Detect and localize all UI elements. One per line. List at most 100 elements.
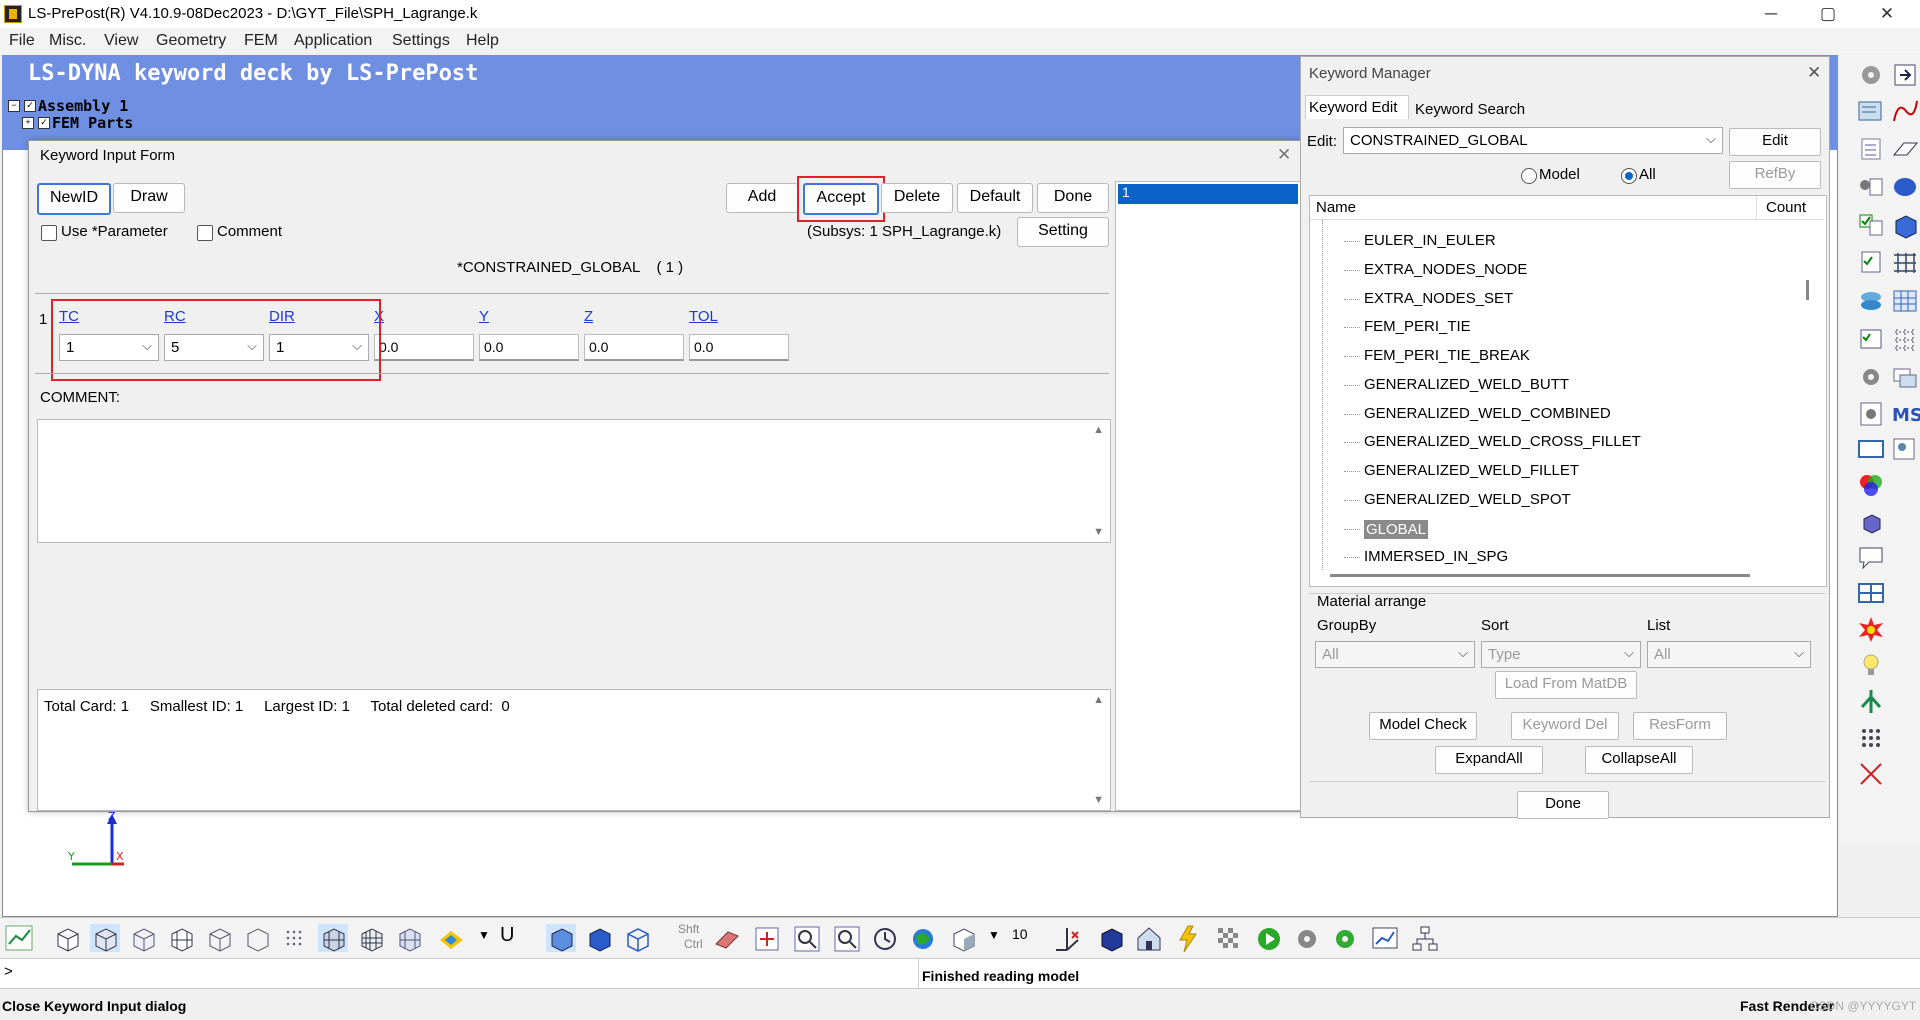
menu-view[interactable]: View (104, 32, 138, 50)
command-line[interactable]: > Finished reading model (0, 958, 1920, 989)
menu-settings[interactable]: Settings (392, 32, 450, 50)
keyword-manager-icon[interactable] (1856, 97, 1886, 125)
tree-expand-icon[interactable]: − (8, 100, 20, 112)
cube-arrow-icon[interactable] (1856, 507, 1886, 535)
field-label-y[interactable]: Y (479, 308, 489, 325)
plane-icon[interactable] (1890, 135, 1920, 163)
close-icon[interactable]: ✕ (1807, 63, 1821, 83)
sort-select[interactable]: Type ⌵ (1481, 641, 1641, 668)
setting-button[interactable]: Setting (1017, 217, 1109, 247)
solid-cube-icon[interactable] (584, 924, 614, 952)
color-wheel-icon[interactable] (1856, 471, 1886, 499)
shaded-cube-icon[interactable] (90, 924, 120, 952)
zoom-fit-icon[interactable] (752, 924, 782, 952)
gears-icon[interactable] (1856, 61, 1886, 89)
dots-grid-icon[interactable] (1856, 723, 1886, 751)
list-select[interactable]: All ⌵ (1647, 641, 1811, 668)
radio-model[interactable] (1521, 168, 1537, 184)
x-input[interactable]: 0.0 (374, 334, 474, 361)
id-list[interactable]: 1 (1115, 181, 1303, 811)
node-grid-icon[interactable] (1890, 325, 1920, 353)
scroll-down-icon[interactable]: ▼ (1093, 794, 1104, 806)
lightning-icon[interactable] (1174, 924, 1204, 952)
maximize-button[interactable]: ▢ (1805, 2, 1851, 26)
ms-icon[interactable]: MS (1890, 399, 1920, 427)
list-item[interactable]: GENERALIZED_WELD_SPOT (1344, 491, 1571, 508)
dark-cube-icon[interactable] (1096, 924, 1126, 952)
window-split-icon[interactable] (1856, 579, 1886, 607)
tree-item-fem-parts[interactable]: FEM Parts (52, 114, 133, 132)
checker-icon[interactable] (1214, 924, 1244, 952)
collapse-all-button[interactable]: CollapseAll (1585, 746, 1693, 774)
default-button[interactable]: Default (957, 183, 1033, 213)
edit-button[interactable]: Edit (1729, 128, 1821, 156)
gear-small-icon[interactable] (1856, 363, 1886, 391)
contour-icon[interactable] (436, 924, 466, 952)
curve-icon[interactable] (1890, 97, 1920, 125)
globe-icon[interactable] (908, 924, 938, 952)
list-item[interactable]: FEM_PERI_TIE (1344, 318, 1471, 335)
tree-checkbox-icon[interactable]: ✓ (38, 117, 50, 129)
column-name-header[interactable]: Name (1316, 199, 1356, 216)
keyword-del-button[interactable]: Keyword Del (1511, 712, 1619, 740)
done-button[interactable]: Done (1037, 183, 1109, 213)
green-gear-icon[interactable] (1330, 924, 1360, 952)
people-icon[interactable] (1890, 435, 1920, 463)
explosion-icon[interactable] (1856, 615, 1886, 643)
close-window-button[interactable]: ✕ (1864, 2, 1910, 26)
list-check-icon[interactable] (1856, 135, 1886, 163)
cross-nodes-icon[interactable] (1856, 759, 1886, 787)
rectangle-icon[interactable] (1856, 435, 1886, 463)
tab-keyword-search[interactable]: Keyword Search (1415, 101, 1525, 118)
groupby-select[interactable]: All ⌵ (1315, 641, 1475, 668)
transparent-cube-icon[interactable] (394, 924, 424, 952)
graph-window-icon[interactable] (1370, 924, 1400, 952)
id-list-item[interactable]: 1 (1118, 184, 1298, 204)
load-matdb-button[interactable]: Load From MatDB (1495, 671, 1637, 699)
dense-cube-icon[interactable] (356, 924, 386, 952)
outline-cube-icon[interactable] (204, 924, 234, 952)
settings-list-icon[interactable] (1856, 173, 1886, 201)
rotate-icon[interactable] (870, 924, 900, 952)
delete-button[interactable]: Delete (881, 183, 953, 213)
view-cube-icon[interactable] (948, 924, 978, 952)
dropdown-arrow-icon[interactable]: ▼ (988, 928, 1000, 942)
play-icon[interactable] (1254, 924, 1284, 952)
home-view-icon[interactable] (1134, 924, 1164, 952)
menu-geometry[interactable]: Geometry (156, 32, 226, 50)
tol-input[interactable]: 0.0 (689, 334, 789, 361)
use-parameter-checkbox[interactable] (41, 225, 57, 241)
navigate-icon[interactable] (1890, 61, 1920, 89)
gear-box-icon[interactable] (1856, 399, 1886, 427)
tab-keyword-edit[interactable]: Keyword Edit (1305, 95, 1409, 119)
mesh-cube-icon[interactable] (166, 924, 196, 952)
list-item[interactable]: EULER_IN_EULER (1344, 232, 1496, 249)
km-done-button[interactable]: Done (1517, 791, 1609, 819)
grid-blue-icon[interactable] (1890, 287, 1920, 315)
dropdown-arrow-icon[interactable]: ▼ (478, 928, 490, 942)
y-input[interactable]: 0.0 (479, 334, 579, 361)
draw-button[interactable]: Draw (113, 183, 185, 213)
list-item[interactable]: EXTRA_NODES_SET (1343, 290, 1513, 307)
field-label-z[interactable]: Z (584, 308, 593, 325)
list-item[interactable]: GENERALIZED_WELD_FILLET (1343, 462, 1579, 479)
model-check-button[interactable]: Model Check (1369, 712, 1477, 740)
angle-value[interactable]: 10 (1012, 926, 1028, 942)
edge-cube-icon[interactable] (242, 924, 272, 952)
menu-file[interactable]: File (9, 32, 35, 50)
gear-toolbar-icon[interactable] (1292, 924, 1322, 952)
tree-item-assembly[interactable]: Assembly 1 (38, 97, 128, 115)
zoom-window-icon[interactable] (832, 924, 862, 952)
menu-misc[interactable]: Misc. (49, 32, 86, 50)
menu-application[interactable]: Application (294, 32, 372, 50)
blue-cube-icon[interactable] (546, 924, 576, 952)
list-item[interactable]: GENERALIZED_WELD_CROSS_FILLET (1344, 433, 1641, 450)
checklist-icon[interactable] (1856, 211, 1886, 239)
list-item[interactable]: GENERALIZED_WELD_COMBINED (1344, 405, 1611, 422)
layers-icon[interactable] (1890, 363, 1920, 391)
wire-blue-cube-icon[interactable] (622, 924, 652, 952)
grid-cube-icon[interactable] (318, 924, 348, 952)
menu-help[interactable]: Help (466, 32, 499, 50)
list-item-selected[interactable]: GLOBAL (1343, 520, 1429, 539)
list-item[interactable]: GENERALIZED_WELD_BUTT (1343, 376, 1569, 393)
